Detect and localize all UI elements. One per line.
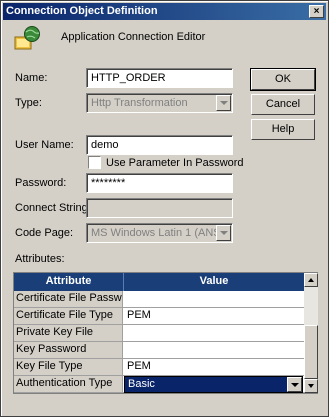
type-select-value: Http Transformation bbox=[91, 97, 188, 109]
column-header-attribute[interactable]: Attribute bbox=[14, 273, 124, 291]
value-cell[interactable] bbox=[124, 325, 304, 341]
attribute-cell: Authentication Type bbox=[14, 376, 123, 392]
attributes-grid: Attribute Value Certificate File Passwor… bbox=[13, 272, 318, 394]
ok-button[interactable]: OK bbox=[250, 68, 316, 91]
use-parameter-checkbox[interactable] bbox=[88, 156, 101, 169]
code-page-label: Code Page: bbox=[15, 227, 74, 239]
chevron-down-icon[interactable] bbox=[216, 95, 231, 111]
use-parameter-label: Use Parameter In Password bbox=[106, 157, 244, 169]
value-cell[interactable] bbox=[124, 342, 304, 358]
grid-scrollbar[interactable] bbox=[304, 273, 318, 393]
authentication-type-value: Basic bbox=[128, 378, 155, 390]
chevron-down-icon[interactable] bbox=[287, 377, 302, 392]
value-cell[interactable] bbox=[124, 291, 304, 307]
username-field[interactable]: demo bbox=[86, 135, 233, 155]
connection-dialog: Connection Object Definition × Applicati… bbox=[0, 0, 329, 417]
table-row[interactable]: Key Password bbox=[14, 342, 304, 359]
table-row[interactable]: Certificate File Type PEM bbox=[14, 308, 304, 325]
name-field[interactable]: HTTP_ORDER bbox=[86, 68, 233, 88]
attribute-cell: Key Password bbox=[14, 342, 123, 358]
attributes-label: Attributes: bbox=[15, 253, 65, 265]
connect-string-label: Connect String: bbox=[15, 202, 91, 214]
value-cell[interactable]: PEM bbox=[124, 359, 304, 375]
attribute-cell: Certificate File Type bbox=[14, 308, 123, 324]
title-bar[interactable]: Connection Object Definition × bbox=[3, 3, 326, 20]
name-label: Name: bbox=[15, 72, 48, 84]
window-title: Connection Object Definition bbox=[6, 5, 158, 17]
chevron-down-icon[interactable] bbox=[216, 225, 231, 241]
password-label: Password: bbox=[15, 177, 67, 189]
scroll-up-icon[interactable] bbox=[304, 273, 318, 287]
connect-string-field[interactable] bbox=[86, 198, 233, 218]
code-page-value: MS Windows Latin 1 (ANSI), supe bbox=[91, 227, 232, 239]
username-label: User Name: bbox=[15, 139, 74, 151]
scroll-down-icon[interactable] bbox=[304, 379, 318, 393]
help-button[interactable]: Help bbox=[251, 119, 315, 140]
type-select[interactable]: Http Transformation bbox=[86, 93, 233, 113]
cancel-button[interactable]: Cancel bbox=[251, 94, 315, 115]
attribute-cell: Private Key File bbox=[14, 325, 123, 341]
grid-header: Attribute Value bbox=[14, 273, 304, 291]
table-row[interactable]: Authentication Type Basic bbox=[14, 376, 304, 393]
header-title: Application Connection Editor bbox=[61, 31, 206, 43]
scroll-thumb[interactable] bbox=[304, 325, 318, 379]
attribute-cell: Certificate File Password bbox=[14, 291, 123, 307]
password-field[interactable]: ******** bbox=[86, 173, 233, 193]
authentication-type-select[interactable]: Basic bbox=[124, 376, 303, 393]
code-page-select[interactable]: MS Windows Latin 1 (ANSI), supe bbox=[86, 223, 233, 243]
table-row[interactable]: Private Key File bbox=[14, 325, 304, 342]
close-button[interactable]: × bbox=[309, 5, 324, 18]
type-label: Type: bbox=[15, 97, 42, 109]
attribute-cell: Key File Type bbox=[14, 359, 123, 375]
column-header-value[interactable]: Value bbox=[124, 273, 304, 291]
table-row[interactable]: Key File Type PEM bbox=[14, 359, 304, 376]
close-icon: × bbox=[313, 6, 320, 17]
connection-globe-icon bbox=[14, 26, 40, 50]
value-cell[interactable]: PEM bbox=[124, 308, 304, 324]
table-row[interactable]: Certificate File Password bbox=[14, 291, 304, 308]
